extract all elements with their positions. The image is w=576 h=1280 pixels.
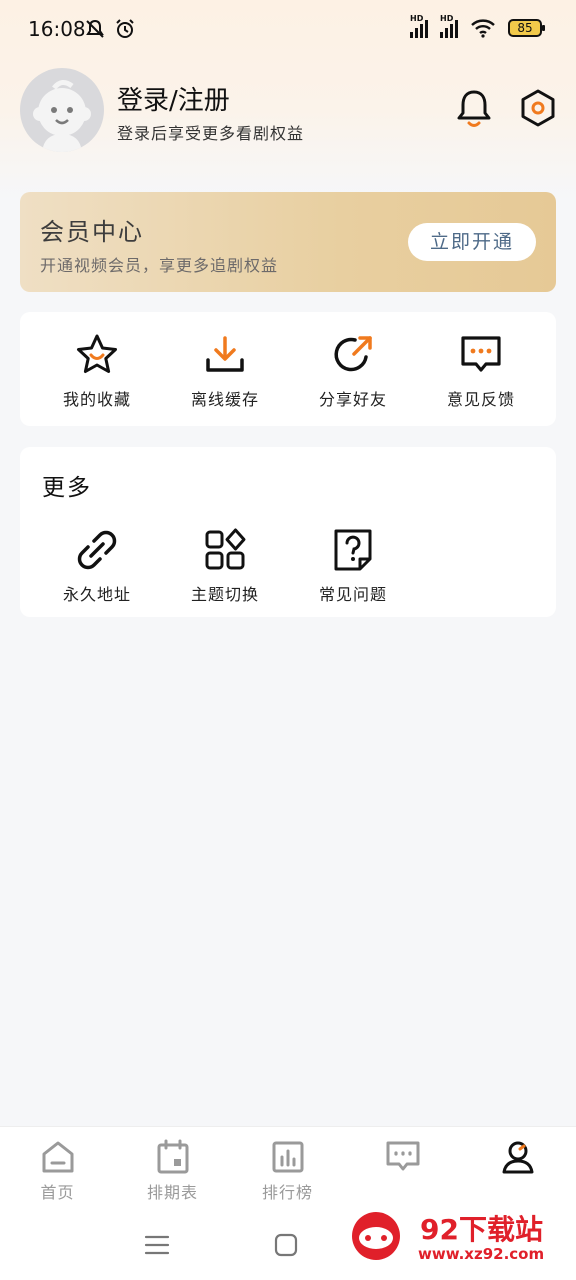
nav-ranking[interactable]: 排行榜 (230, 1139, 345, 1203)
feedback-item[interactable]: 意见反馈 (417, 332, 545, 410)
favorites-label: 我的收藏 (62, 390, 131, 409)
battery-indicator: 85 (508, 19, 545, 37)
nav-profile[interactable] (460, 1139, 575, 1179)
theme-switch-label: 主题切换 (190, 585, 259, 604)
faq-icon (334, 529, 372, 571)
watermark-text: 92下载站 (420, 1213, 543, 1246)
share-label: 分享好友 (318, 390, 387, 409)
login-subtitle: 登录后享受更多看剧权益 (117, 124, 305, 143)
favorites-item[interactable]: 我的收藏 (33, 332, 161, 410)
watermark-url: www.xz92.com (418, 1245, 545, 1263)
nav-messages[interactable] (345, 1139, 460, 1179)
offline-cache-item[interactable]: 离线缓存 (161, 332, 289, 410)
download-icon (206, 336, 244, 372)
status-time: 16:08 (28, 17, 86, 41)
wifi-icon (471, 19, 495, 38)
signal-icon-2: HD (440, 14, 458, 38)
feedback-icon (461, 336, 501, 372)
nav-schedule[interactable]: 排期表 (115, 1139, 230, 1203)
login-title[interactable]: 登录/注册 (117, 80, 230, 117)
calendar-icon (157, 1139, 188, 1174)
feedback-label: 意见反馈 (446, 390, 515, 409)
more-card: 更多 永久地址 主题切换 常见问题 (20, 447, 556, 617)
bell-icon[interactable] (452, 86, 496, 130)
signal-icon: HD (410, 14, 428, 38)
link-icon (77, 530, 117, 570)
mute-icon (86, 19, 104, 38)
chart-icon (272, 1141, 303, 1173)
status-bar: 16:08 HD HD 85 (0, 0, 576, 60)
watermark-logo-icon (352, 1212, 400, 1260)
avatar-mascot-icon (33, 80, 91, 152)
share-icon (334, 336, 372, 372)
vip-subtitle: 开通视频会员，享更多追剧权益 (40, 256, 279, 275)
permanent-address-item[interactable]: 永久地址 (33, 527, 161, 605)
faq-item[interactable]: 常见问题 (289, 527, 417, 605)
theme-switch-item[interactable]: 主题切换 (161, 527, 289, 605)
share-item[interactable]: 分享好友 (289, 332, 417, 410)
offline-cache-label: 离线缓存 (190, 390, 259, 409)
profile-icon (502, 1141, 533, 1174)
home-button-icon[interactable] (274, 1233, 298, 1257)
quick-actions-card: 我的收藏 离线缓存 分享好友 意见反馈 (20, 312, 556, 426)
profile-header: 登录/注册 登录后享受更多看剧权益 (0, 60, 576, 170)
avatar[interactable] (20, 68, 104, 152)
permanent-address-label: 永久地址 (62, 585, 131, 604)
alarm-icon (116, 19, 134, 38)
menu-icon[interactable] (144, 1234, 170, 1256)
nav-home-label: 首页 (40, 1183, 75, 1202)
more-title: 更多 (42, 475, 92, 501)
vip-title: 会员中心 (40, 218, 144, 246)
settings-icon[interactable] (516, 86, 560, 130)
nav-schedule-label: 排期表 (146, 1183, 198, 1202)
star-icon (77, 334, 117, 373)
nav-home[interactable]: 首页 (0, 1139, 115, 1203)
theme-icon (205, 528, 246, 570)
bottom-nav: 首页 排期表 排行榜 (0, 1126, 576, 1214)
home-icon (42, 1141, 73, 1173)
faq-label: 常见问题 (318, 585, 387, 604)
vip-activate-button[interactable]: 立即开通 (408, 223, 536, 261)
vip-card[interactable]: 会员中心 开通视频会员，享更多追剧权益 立即开通 (20, 192, 556, 292)
nav-ranking-label: 排行榜 (261, 1183, 313, 1202)
message-icon (386, 1141, 419, 1171)
